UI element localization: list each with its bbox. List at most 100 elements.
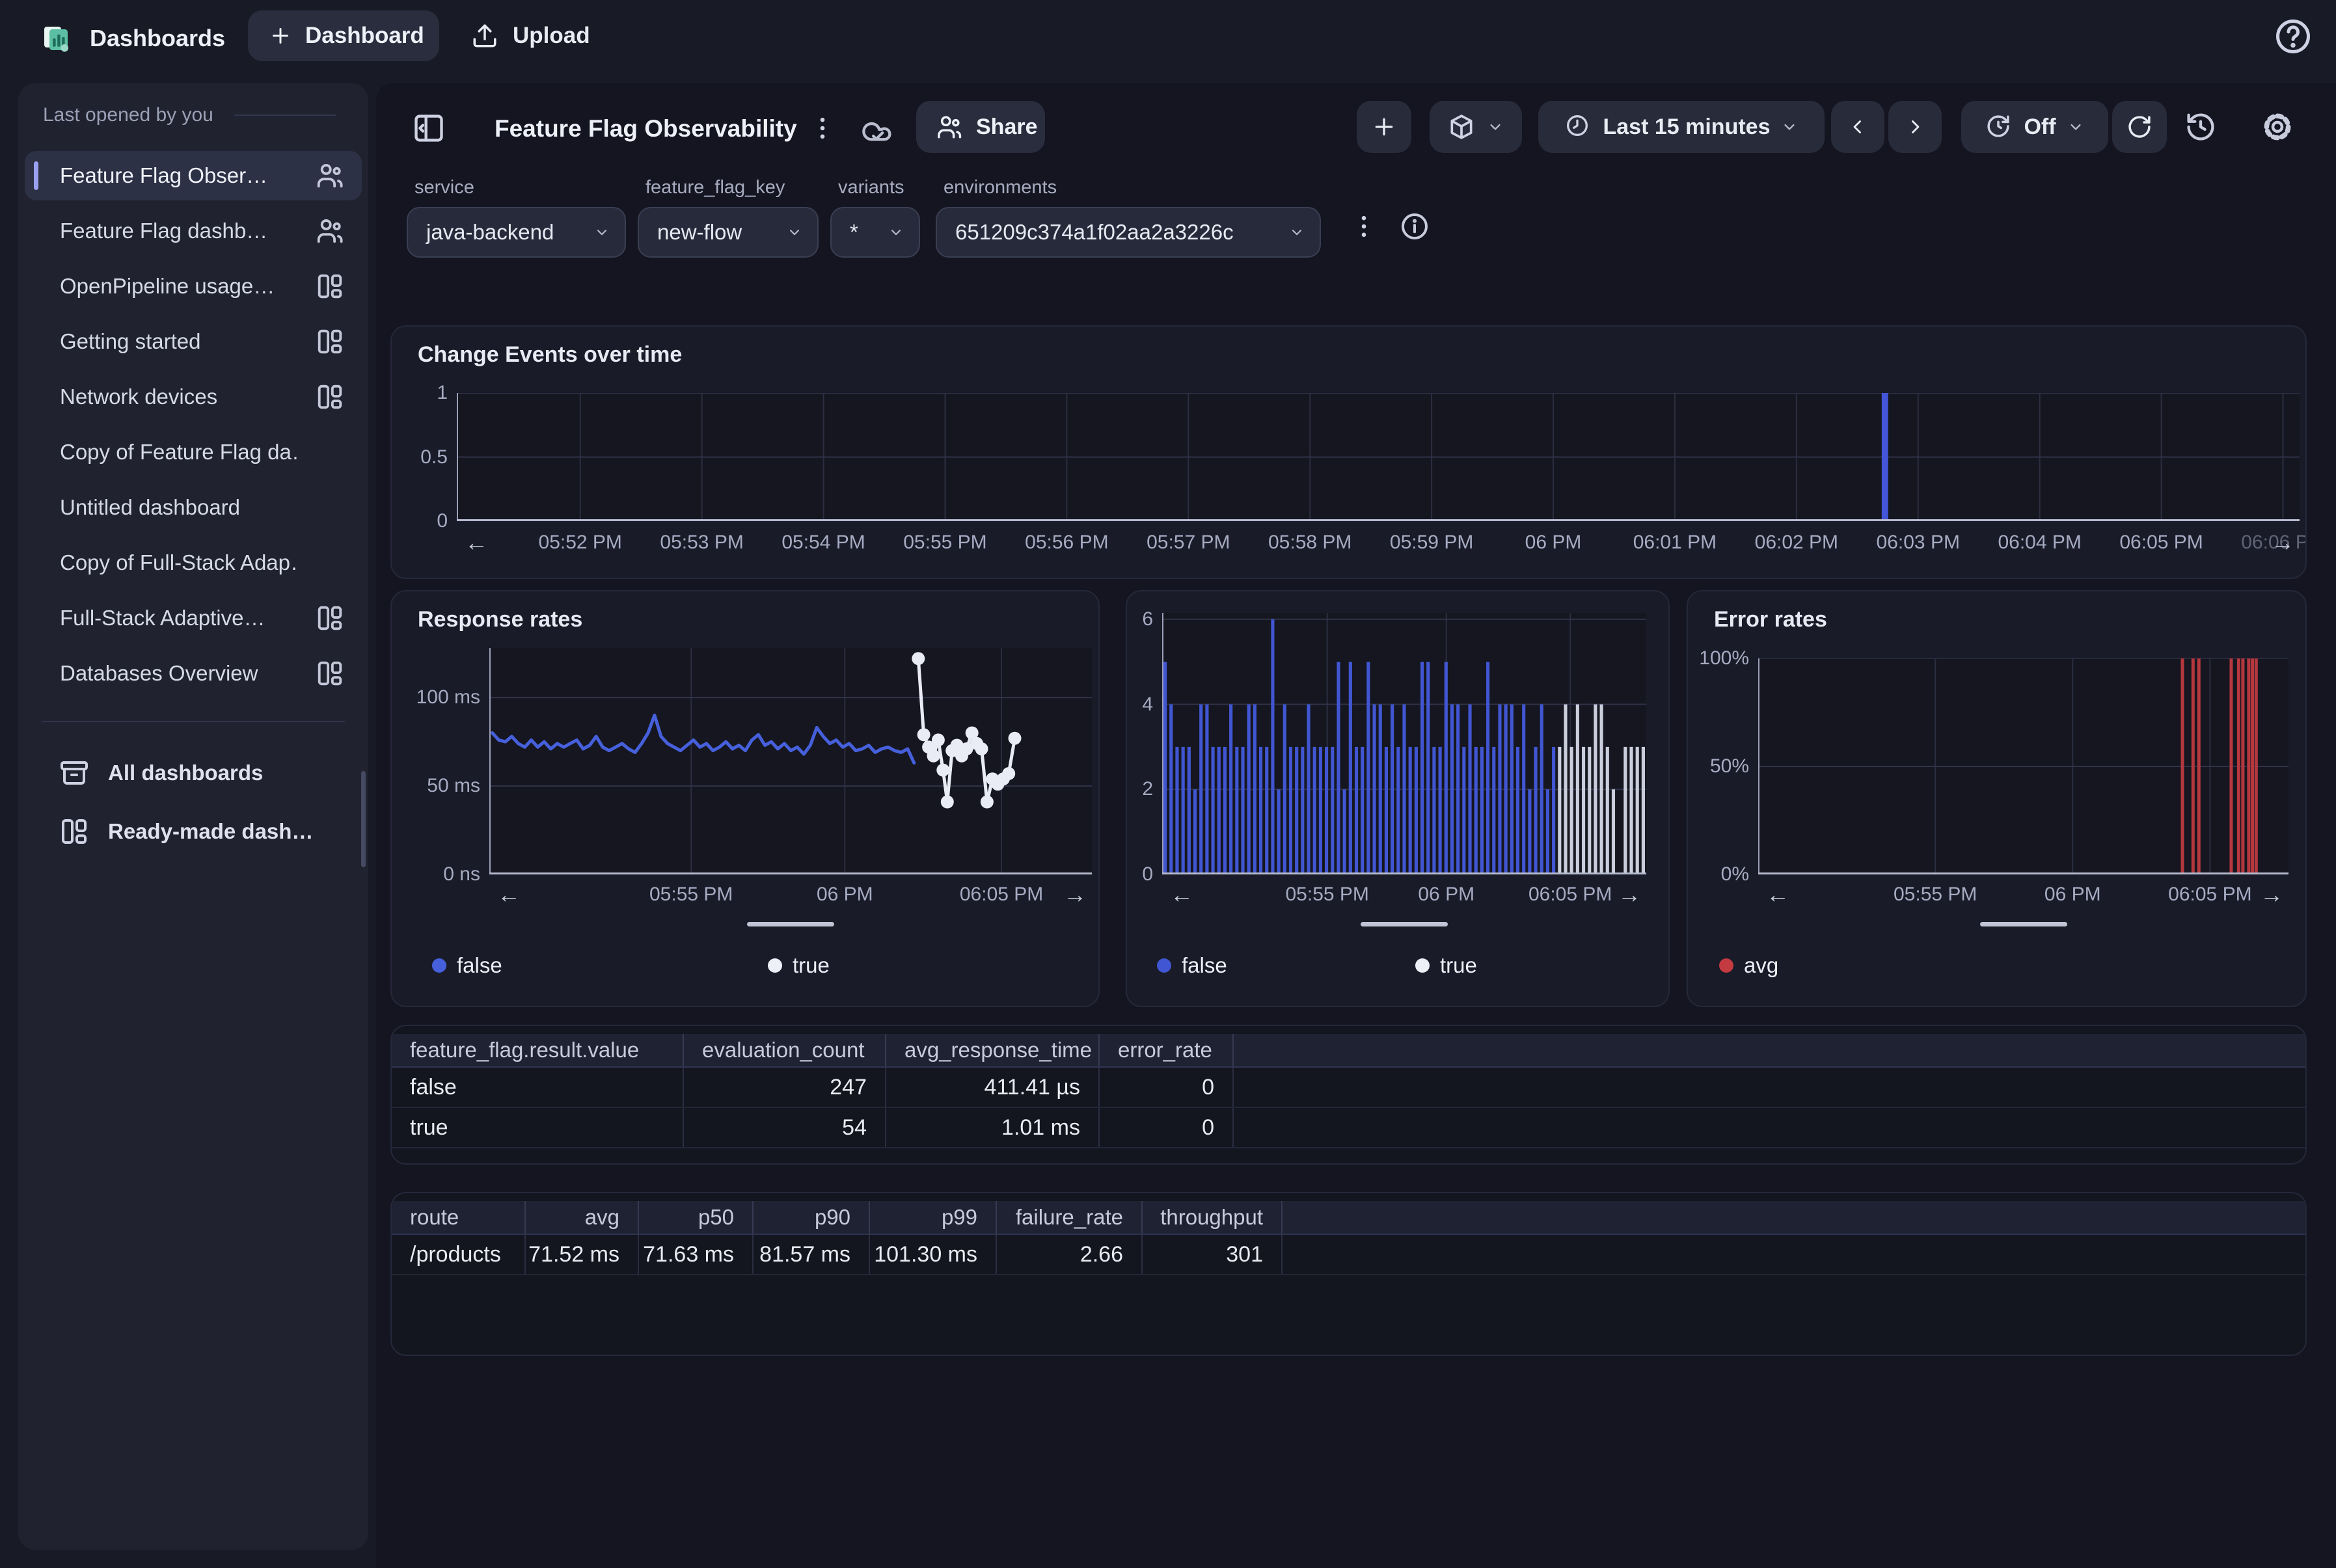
panel-title: Change Events over time [418, 342, 682, 368]
chart-hscrollbar[interactable] [1980, 922, 2067, 926]
y-tick-label: 100 ms [390, 686, 480, 709]
pan-right-icon[interactable]: → [1063, 881, 1087, 908]
resource-scope-button[interactable] [1430, 101, 1522, 153]
collapse-sidebar-icon[interactable] [412, 111, 446, 145]
time-back-button[interactable] [1831, 101, 1884, 153]
brand-label: Dashboards [90, 25, 225, 52]
pan-right-icon[interactable]: → [2271, 529, 2294, 556]
sidebar-item[interactable]: Full-Stack Adaptive… [25, 593, 362, 643]
topbar: Dashboards Dashboard Upload [0, 0, 2336, 83]
shared-users-icon [315, 161, 345, 191]
column-header: p50 [639, 1201, 754, 1234]
pan-right-icon[interactable]: → [1618, 881, 1641, 908]
settings-gear-icon[interactable] [2257, 106, 2298, 148]
dashboards-home-link[interactable]: Dashboards [40, 20, 225, 57]
panel-evaluations: 642005:55 PM06 PM06:05 PM←→falsetrue [1126, 590, 1670, 1007]
table-row[interactable]: true541.01 ms0 [392, 1108, 2305, 1148]
y-tick-label: 4 [1126, 694, 1153, 716]
info-icon[interactable] [1399, 211, 1430, 242]
chart-plot[interactable] [457, 393, 2300, 521]
chart-plot[interactable] [1162, 613, 1646, 874]
table-filler [1234, 1108, 2305, 1147]
sidebar-item[interactable]: Copy of Feature Flag da… [25, 427, 362, 477]
shared-users-icon [315, 216, 345, 246]
legend-item[interactable]: avg [1719, 953, 1778, 978]
chevron-down-icon [1780, 118, 1799, 136]
legend-item[interactable]: true [1415, 953, 1477, 978]
sidebar-item[interactable]: Copy of Full-Stack Adap… [25, 538, 362, 588]
sidebar-item[interactable]: Untitled dashboard [25, 483, 362, 532]
upload-label: Upload [513, 23, 590, 49]
auto-refresh-clock-icon [1985, 113, 2013, 141]
legend-item[interactable]: false [1157, 953, 1227, 978]
table-filler [1234, 1068, 2305, 1107]
sidebar-item[interactable]: OpenPipeline usage… [25, 262, 362, 311]
page-title: Feature Flag Observability [495, 115, 797, 142]
time-forward-button[interactable] [1888, 101, 1942, 153]
refresh-button[interactable] [2112, 101, 2167, 153]
y-tick-label: 50% [1687, 755, 1749, 777]
y-tick-label: 1 [390, 382, 448, 404]
upload-button[interactable]: Upload [455, 10, 606, 61]
pan-left-icon[interactable]: ← [497, 881, 521, 908]
chart-plot[interactable] [1758, 658, 2288, 874]
panel-title: Response rates [418, 607, 582, 632]
filter-select-feature_flag_key[interactable]: new-flow [638, 207, 819, 258]
legend-item[interactable]: false [432, 953, 502, 978]
add-panel-button[interactable] [1357, 101, 1411, 153]
pan-left-icon[interactable]: ← [1766, 881, 1789, 908]
auto-refresh-label: Off [2024, 115, 2056, 140]
chart-hscrollbar[interactable] [1361, 922, 1448, 926]
chart-plot[interactable] [489, 648, 1092, 874]
table-row[interactable]: /products71.52 ms71.63 ms81.57 ms101.30 … [392, 1235, 2305, 1275]
table-cell: 301 [1143, 1235, 1283, 1274]
legend-item[interactable]: true [768, 953, 830, 978]
legend-dot [1719, 958, 1733, 973]
y-tick-label: 2 [1126, 778, 1153, 800]
sidebar-item[interactable]: Getting started [25, 317, 362, 366]
sidebar-scrollbar[interactable] [361, 771, 366, 867]
filter-select-variants[interactable]: * [830, 207, 920, 258]
auto-refresh-button[interactable]: Off [1961, 101, 2108, 153]
sidebar-footer-item[interactable]: Ready-made dash… [25, 807, 362, 856]
archive-icon [59, 757, 90, 789]
filter-select-service[interactable]: java-backend [407, 207, 626, 258]
column-header: avg_response_time [886, 1034, 1100, 1066]
help-icon[interactable] [2274, 17, 2313, 56]
chevron-down-icon [1288, 224, 1305, 241]
grid-icon [59, 816, 90, 847]
x-tick-label: 06:05 PM [930, 884, 1073, 906]
history-icon[interactable] [2180, 106, 2221, 148]
new-dashboard-button[interactable]: Dashboard [248, 10, 439, 61]
sidebar-item[interactable]: Network devices [25, 372, 362, 422]
x-tick-label: 05:55 PM [619, 884, 763, 906]
chart-hscrollbar[interactable] [747, 922, 834, 926]
panel-error-rates: Error rates 100%50%0%05:55 PM06 PM06:05 … [1687, 590, 2307, 1007]
sidebar-footer-item[interactable]: All dashboards [25, 748, 362, 798]
sidebar-item[interactable]: Feature Flag dashb… [25, 206, 362, 256]
y-tick-label: 0.5 [390, 446, 448, 468]
sidebar-section-rule [234, 115, 336, 116]
table-filler [1234, 1034, 2305, 1066]
table-cell: 1.01 ms [886, 1108, 1100, 1147]
sidebar-item[interactable]: Databases Overview [25, 649, 362, 698]
column-header: error_rate [1100, 1034, 1234, 1066]
pan-right-icon[interactable]: → [2260, 881, 2283, 908]
table-feature-flag-results: feature_flag.result.valueevaluation_coun… [390, 1025, 2307, 1165]
pan-left-icon[interactable]: ← [465, 529, 488, 556]
time-range-button[interactable]: Last 15 minutes [1538, 101, 1825, 153]
chevron-down-icon [2067, 118, 2085, 136]
filters-menu-icon[interactable] [1350, 212, 1378, 241]
share-label: Share [976, 115, 1038, 140]
dashboard-grid-icon [315, 603, 345, 633]
y-tick-label: 6 [1126, 608, 1153, 630]
dashboard-grid-icon [315, 382, 345, 412]
table-row[interactable]: false247411.41 µs0 [392, 1068, 2305, 1108]
dashboard-menu-icon[interactable] [808, 114, 837, 142]
filter-select-environments[interactable]: 651209c374a1f02aa2a3226c [936, 207, 1321, 258]
pan-left-icon[interactable]: ← [1170, 881, 1193, 908]
y-tick-label: 0 [1126, 863, 1153, 885]
column-header: p99 [870, 1201, 997, 1234]
sidebar-item[interactable]: Feature Flag Obser… [25, 151, 362, 200]
share-button[interactable]: Share [916, 101, 1045, 153]
